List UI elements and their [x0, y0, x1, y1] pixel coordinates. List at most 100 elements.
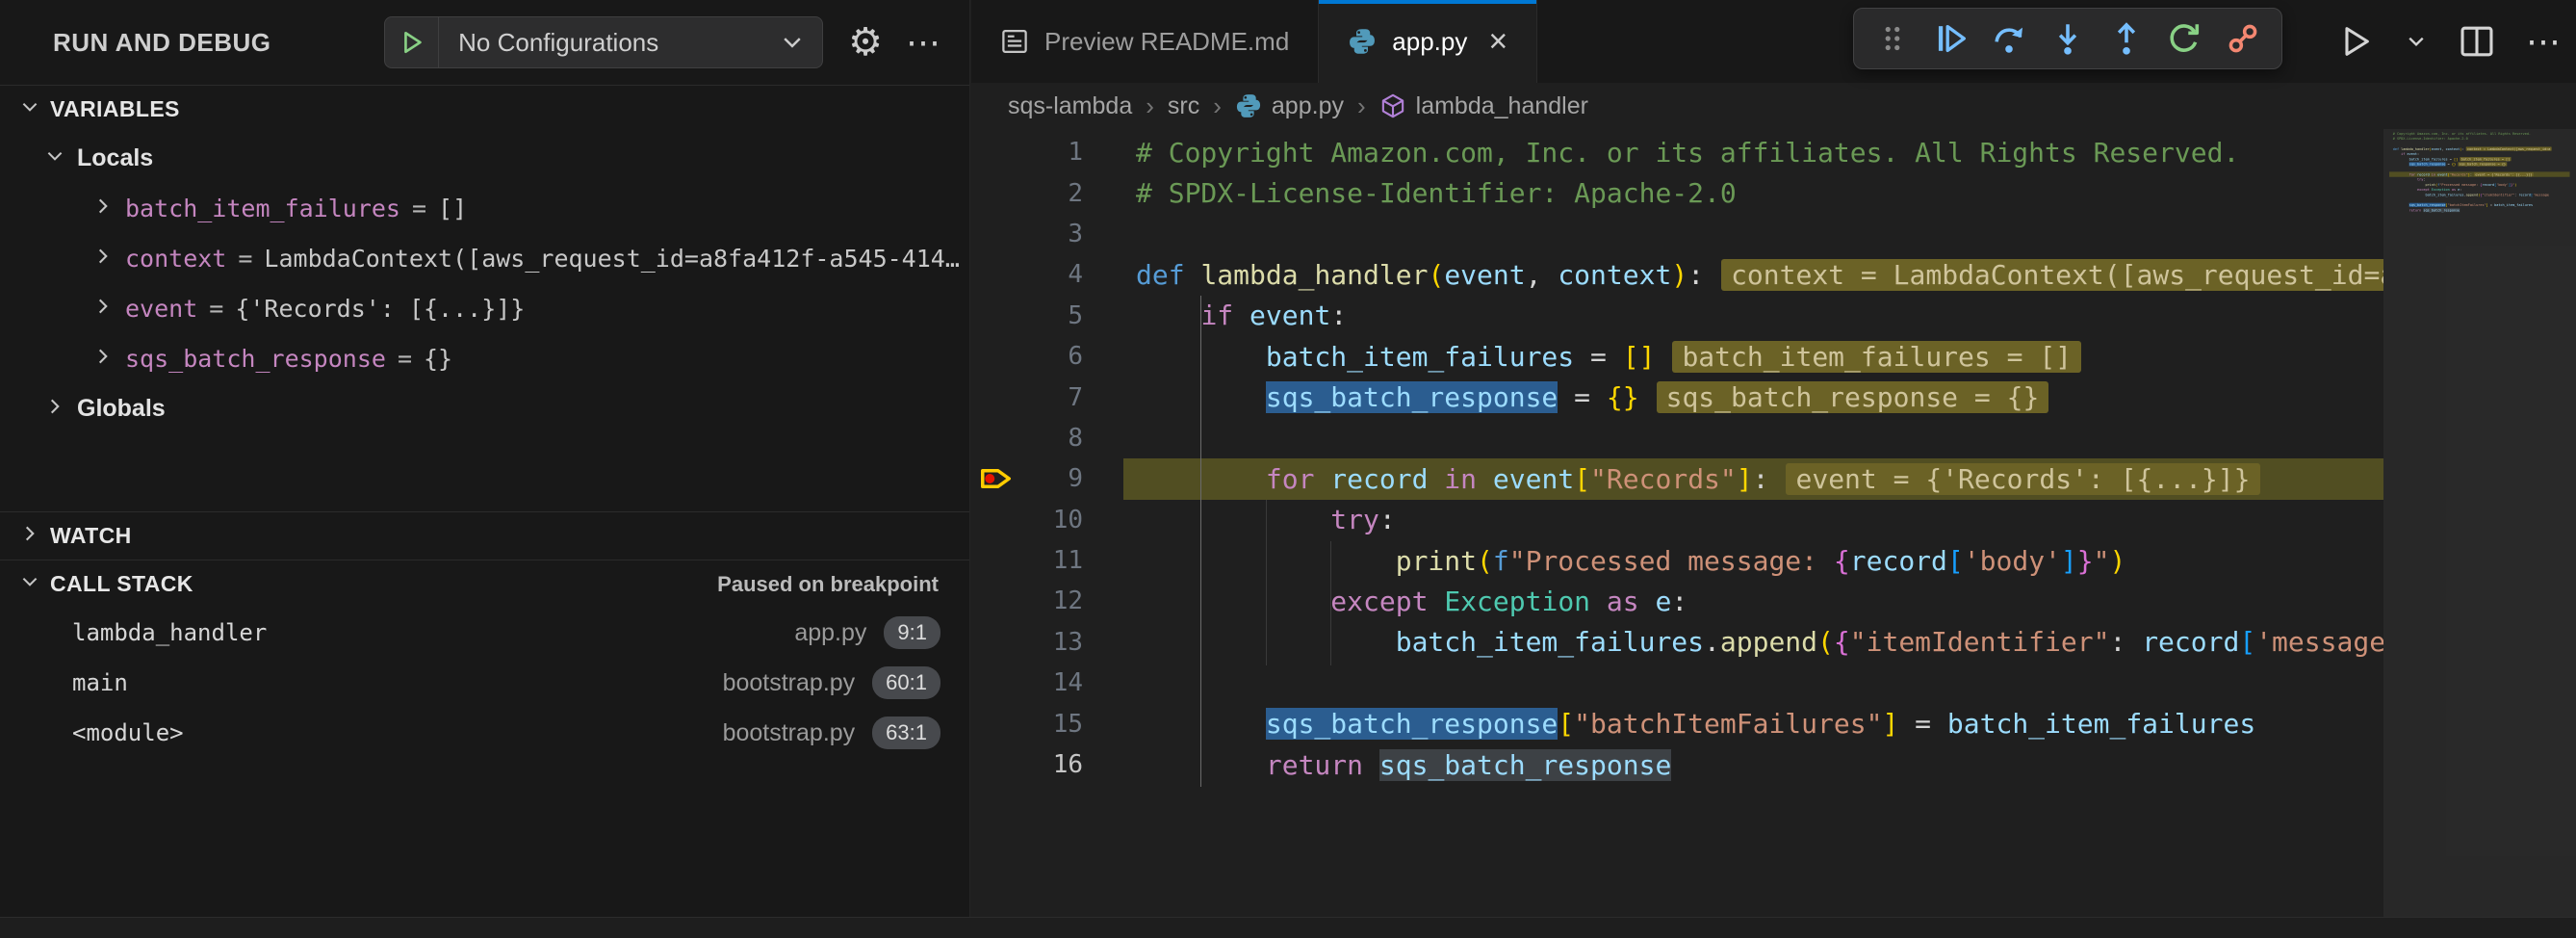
- editor-gutter[interactable]: 3: [971, 214, 1123, 254]
- code-token: :: [2417, 152, 2419, 156]
- start-debug-icon[interactable]: [385, 17, 439, 67]
- python-icon: [1348, 27, 1377, 56]
- editor-gutter[interactable]: 4: [971, 254, 1123, 295]
- code-line-content[interactable]: return sqs_batch_response: [1123, 744, 2383, 785]
- split-editor-icon[interactable]: [2459, 23, 2495, 60]
- editor-gutter[interactable]: 13: [971, 622, 1123, 663]
- breadcrumb-item[interactable]: lambda_handler: [1379, 92, 1588, 120]
- editor-gutter[interactable]: 10: [971, 500, 1123, 540]
- code-line-content[interactable]: # SPDX-License-Identifier: Apache-2.0: [1123, 172, 2383, 213]
- debug-step-into-icon[interactable]: [2049, 20, 2086, 57]
- variable-scope-row[interactable]: Globals: [0, 383, 969, 433]
- debug-toolbar[interactable]: [1853, 8, 2282, 69]
- code-line[interactable]: 14: [971, 663, 2383, 703]
- code-token: :: [2460, 188, 2461, 192]
- code-line-content[interactable]: if event:: [1123, 296, 2383, 336]
- code-line[interactable]: 9 for record in event["Records"]:event =…: [971, 458, 2383, 499]
- variable-row[interactable]: event = {'Records': [{...}]}: [0, 283, 969, 333]
- variable-value: {'Records': [{...}]}: [235, 295, 525, 323]
- code-editor[interactable]: 1# Copyright Amazon.com, Inc. or its aff…: [971, 129, 2576, 917]
- code-line-content[interactable]: [1123, 418, 2383, 458]
- code-line[interactable]: 15 sqs_batch_response["batchItemFailures…: [971, 703, 2383, 743]
- editor-gutter[interactable]: 12: [971, 581, 1123, 621]
- code-token: print: [2425, 183, 2435, 187]
- code-line[interactable]: 3: [971, 214, 2383, 254]
- breakpoint-current-line-icon[interactable]: [977, 459, 1016, 498]
- code-line[interactable]: 16 return sqs_batch_response: [971, 744, 2383, 785]
- code-line-content[interactable]: batch_item_failures.append({"itemIdentif…: [1123, 622, 2383, 663]
- editor-more-actions-icon[interactable]: ⋯: [2526, 21, 2561, 62]
- variable-row[interactable]: batch_item_failures = []: [0, 183, 969, 233]
- debug-continue-icon[interactable]: [1933, 20, 1970, 57]
- debug-settings-gear-icon[interactable]: ⚙: [848, 23, 883, 62]
- debug-restart-icon[interactable]: [2166, 20, 2202, 57]
- run-or-debug-icon[interactable]: [2337, 23, 2374, 60]
- code-line-content[interactable]: except Exception as e:: [1123, 581, 2383, 621]
- debug-drag-handle-icon[interactable]: [1874, 20, 1911, 57]
- call-stack-frame[interactable]: lambda_handlerapp.py9:1: [0, 608, 969, 658]
- code-line[interactable]: 7 sqs_batch_response = {}sqs_batch_respo…: [971, 377, 2383, 417]
- code-line-content[interactable]: [1123, 214, 2383, 254]
- editor-gutter[interactable]: 7: [971, 377, 1123, 417]
- code-line[interactable]: 2# SPDX-License-Identifier: Apache-2.0: [971, 172, 2383, 213]
- editor-gutter[interactable]: 5: [971, 296, 1123, 336]
- editor-gutter[interactable]: 2: [971, 172, 1123, 213]
- code-token: sqs_batch_response: [2409, 203, 2446, 207]
- editor-gutter[interactable]: 15: [971, 703, 1123, 743]
- code-line-content[interactable]: # Copyright Amazon.com, Inc. or its affi…: [1123, 132, 2383, 172]
- code-line[interactable]: 5 if event:: [971, 296, 2383, 336]
- breadcrumb-item[interactable]: app.py: [1235, 92, 1344, 120]
- editor-gutter[interactable]: 11: [971, 540, 1123, 581]
- code-token: event: [1493, 463, 1574, 495]
- code-token: ]: [1882, 708, 1898, 740]
- code-line[interactable]: 4def lambda_handler(event, context):cont…: [971, 254, 2383, 295]
- watch-pane-header[interactable]: WATCH: [0, 511, 969, 560]
- code-line[interactable]: 12 except Exception as e:: [971, 581, 2383, 621]
- call-stack-frame[interactable]: <module>bootstrap.py63:1: [0, 708, 969, 758]
- minimap[interactable]: 1# Copyright Amazon.com, Inc. or its aff…: [2383, 129, 2576, 917]
- editor-gutter[interactable]: 8: [971, 418, 1123, 458]
- code-line-content[interactable]: def lambda_handler(event, context):conte…: [1123, 254, 2383, 295]
- sidebar-more-actions-icon[interactable]: ⋯: [906, 25, 940, 60]
- code-line-content[interactable]: print(f"Processed message: {record['body…: [1123, 540, 2383, 581]
- code-line[interactable]: 11 print(f"Processed message: {record['b…: [971, 540, 2383, 581]
- editor-gutter[interactable]: 1: [971, 132, 1123, 172]
- code-line-content[interactable]: sqs_batch_response = {}sqs_batch_respons…: [1123, 377, 2383, 417]
- variable-row[interactable]: context = LambdaContext([aws_request_id=…: [0, 233, 969, 283]
- code-line[interactable]: 13 batch_item_failures.append({"itemIden…: [971, 622, 2383, 663]
- tab-app-py[interactable]: app.py×: [1319, 0, 1537, 83]
- code-line[interactable]: 6 batch_item_failures = []batch_item_fai…: [971, 336, 2383, 377]
- breadcrumb-item[interactable]: sqs-lambda: [1008, 92, 1132, 120]
- code-line-content[interactable]: [1123, 663, 2383, 703]
- code-line-content[interactable]: for record in event["Records"]:event = {…: [1123, 458, 2383, 499]
- debug-config-dropdown[interactable]: No Configurations: [384, 16, 823, 68]
- code-line-content[interactable]: sqs_batch_response["batchItemFailures"] …: [1123, 703, 2383, 743]
- debug-step-over-icon[interactable]: [1991, 20, 2027, 57]
- code-token: in: [2430, 172, 2437, 176]
- call-stack-frame[interactable]: mainbootstrap.py60:1: [0, 658, 969, 708]
- editor-gutter[interactable]: 16: [971, 744, 1123, 785]
- code-line[interactable]: 16 return sqs_batch_response: [2389, 207, 2570, 212]
- variable-scope-label: Locals: [77, 144, 153, 172]
- editor-gutter[interactable]: 9: [971, 458, 1123, 499]
- breadcrumb-item[interactable]: src: [1168, 92, 1199, 120]
- code-line[interactable]: 10 try:: [971, 500, 2383, 540]
- code-line-content[interactable]: batch_item_failures = []batch_item_failu…: [1123, 336, 2383, 377]
- variables-pane-header[interactable]: VARIABLES: [0, 85, 969, 133]
- call-stack-pane-header[interactable]: CALL STACK Paused on breakpoint: [0, 560, 969, 608]
- code-line[interactable]: 8: [971, 418, 2383, 458]
- tab-preview-readme-md[interactable]: Preview README.md: [971, 0, 1319, 83]
- code-line-content[interactable]: try:: [1123, 500, 2383, 540]
- variable-row[interactable]: sqs_batch_response = {}: [0, 333, 969, 383]
- close-icon[interactable]: ×: [1488, 25, 1507, 58]
- code-token: record: [1850, 545, 1947, 577]
- run-dropdown-icon[interactable]: [2405, 30, 2428, 53]
- debug-step-out-icon[interactable]: [2108, 20, 2145, 57]
- editor-gutter[interactable]: 6: [971, 336, 1123, 377]
- editor-gutter[interactable]: 14: [971, 663, 1123, 703]
- code-line[interactable]: 1# Copyright Amazon.com, Inc. or its aff…: [971, 132, 2383, 172]
- code-line-content[interactable]: return sqs_batch_response: [2389, 207, 2570, 212]
- variable-scope-row[interactable]: Locals: [0, 133, 969, 183]
- code-token: {}: [2452, 162, 2456, 166]
- debug-disconnect-icon[interactable]: [2225, 20, 2261, 57]
